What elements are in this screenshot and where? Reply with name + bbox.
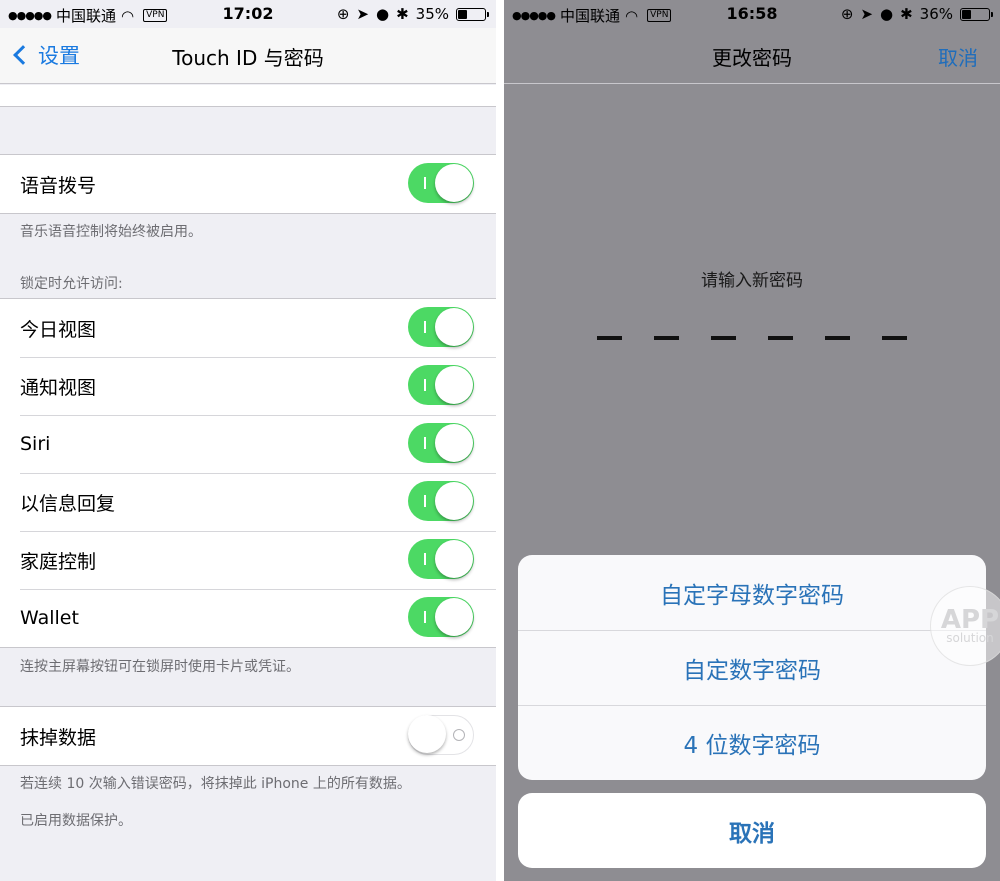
rotation-lock-icon: ⊕ [840, 5, 854, 23]
home-control-toggle[interactable] [408, 539, 474, 579]
toggle-row-wallet: Wallet [0, 589, 496, 647]
screen-divider [496, 0, 504, 881]
toggle-row-notification-view: 通知视图 [0, 357, 496, 415]
location-icon: ➤ [356, 5, 369, 23]
data-protection-footnote: 已启用数据保护。 [20, 813, 132, 829]
today-view-toggle[interactable] [408, 307, 474, 347]
status-bar: ●●●●● 中国联通 ◠ VPN 16:58 ⊕ ➤ ● ✱ 36% [504, 0, 1000, 28]
passcode-slot [882, 336, 907, 340]
toggle-row-today-view: 今日视图 [0, 299, 496, 357]
toggle-row-reply-with-message: 以信息回复 [0, 473, 496, 531]
sheet-cancel-button[interactable]: 取消 [518, 793, 986, 868]
battery-percent: 36% [919, 5, 953, 23]
four-digit-option[interactable]: 4 位数字密码 [518, 705, 986, 780]
change-passcode-screen: ●●●●● 中国联通 ◠ VPN 16:58 ⊕ ➤ ● ✱ 36% 更改密码 … [504, 0, 1000, 881]
bluetooth-icon: ✱ [396, 5, 409, 23]
passcode-prompt: 请输入新密码 [701, 271, 803, 291]
voice-dial-group: 语音拨号 [0, 154, 496, 214]
bluetooth-icon: ✱ [900, 5, 913, 23]
notification-view-toggle[interactable] [408, 365, 474, 405]
location-icon: ➤ [860, 5, 873, 23]
toggle-row-siri: Siri [0, 415, 496, 473]
voice-dial-footnote: 音乐语音控制将始终被启用。 [20, 224, 202, 240]
cancel-sheet: 取消 [518, 793, 986, 868]
status-bar: ●●●●● 中国联通 ◠ VPN 17:02 ⊕ ➤ ● ✱ 35% [0, 0, 496, 28]
row-label: Wallet [20, 607, 79, 629]
passcode-slot [768, 336, 793, 340]
erase-data-footnote: 若连续 10 次输入错误密码，将抹掉此 iPhone 上的所有数据。 [20, 776, 411, 792]
alarm-icon: ● [879, 5, 894, 23]
battery-percent: 35% [415, 5, 449, 23]
erase-data-row: 抹掉数据 [0, 707, 496, 765]
lock-access-group: 今日视图 通知视图 Siri 以信息回复 家庭控制 Wallet [0, 298, 496, 648]
alarm-icon: ● [375, 5, 390, 23]
custom-numeric-option[interactable]: 自定数字密码 [518, 630, 986, 705]
siri-toggle[interactable] [408, 423, 474, 463]
voice-dial-toggle[interactable] [408, 163, 474, 203]
row-label: 语音拨号 [20, 174, 97, 197]
row-label: 家庭控制 [20, 550, 97, 573]
navigation-bar: 设置 Touch ID 与密码 [0, 28, 496, 84]
battery-icon [456, 7, 489, 21]
passcode-slot [597, 336, 622, 340]
nav-cancel-button[interactable]: 取消 [938, 42, 978, 71]
navigation-bar: 更改密码 取消 [504, 28, 1000, 84]
scrolled-row-partial [0, 85, 496, 107]
passcode-slot [654, 336, 679, 340]
lock-access-header: 锁定时允许访问: [20, 276, 123, 292]
voice-dial-row: 语音拨号 [0, 155, 496, 213]
row-label: 今日视图 [20, 318, 97, 341]
rotation-lock-icon: ⊕ [336, 5, 350, 23]
wallet-footnote: 连按主屏幕按钮可在锁屏时使用卡片或凭证。 [20, 659, 300, 675]
app-solution-watermark: APP solution [930, 586, 1000, 666]
row-label: Siri [20, 433, 51, 455]
passcode-options-sheet: 自定字母数字密码 自定数字密码 4 位数字密码 [518, 555, 986, 780]
row-label: 通知视图 [20, 376, 97, 399]
watermark-subtext: solution [946, 631, 994, 645]
page-title: 更改密码 [712, 46, 792, 70]
custom-alphanumeric-option[interactable]: 自定字母数字密码 [518, 555, 986, 630]
row-label: 抹掉数据 [20, 726, 97, 749]
toggle-row-home-control: 家庭控制 [0, 531, 496, 589]
wallet-toggle[interactable] [408, 597, 474, 637]
passcode-slot [825, 336, 850, 340]
erase-data-toggle[interactable] [408, 715, 474, 755]
reply-with-message-toggle[interactable] [408, 481, 474, 521]
battery-icon [960, 7, 993, 21]
page-title: Touch ID 与密码 [172, 46, 324, 70]
passcode-entry-slots[interactable] [597, 336, 907, 340]
row-label: 以信息回复 [20, 492, 116, 515]
passcode-slot [711, 336, 736, 340]
watermark-text: APP [940, 605, 1000, 635]
touchid-passcode-screen: ●●●●● 中国联通 ◠ VPN 17:02 ⊕ ➤ ● ✱ 35% 设置 To… [0, 0, 496, 881]
erase-data-group: 抹掉数据 [0, 706, 496, 766]
